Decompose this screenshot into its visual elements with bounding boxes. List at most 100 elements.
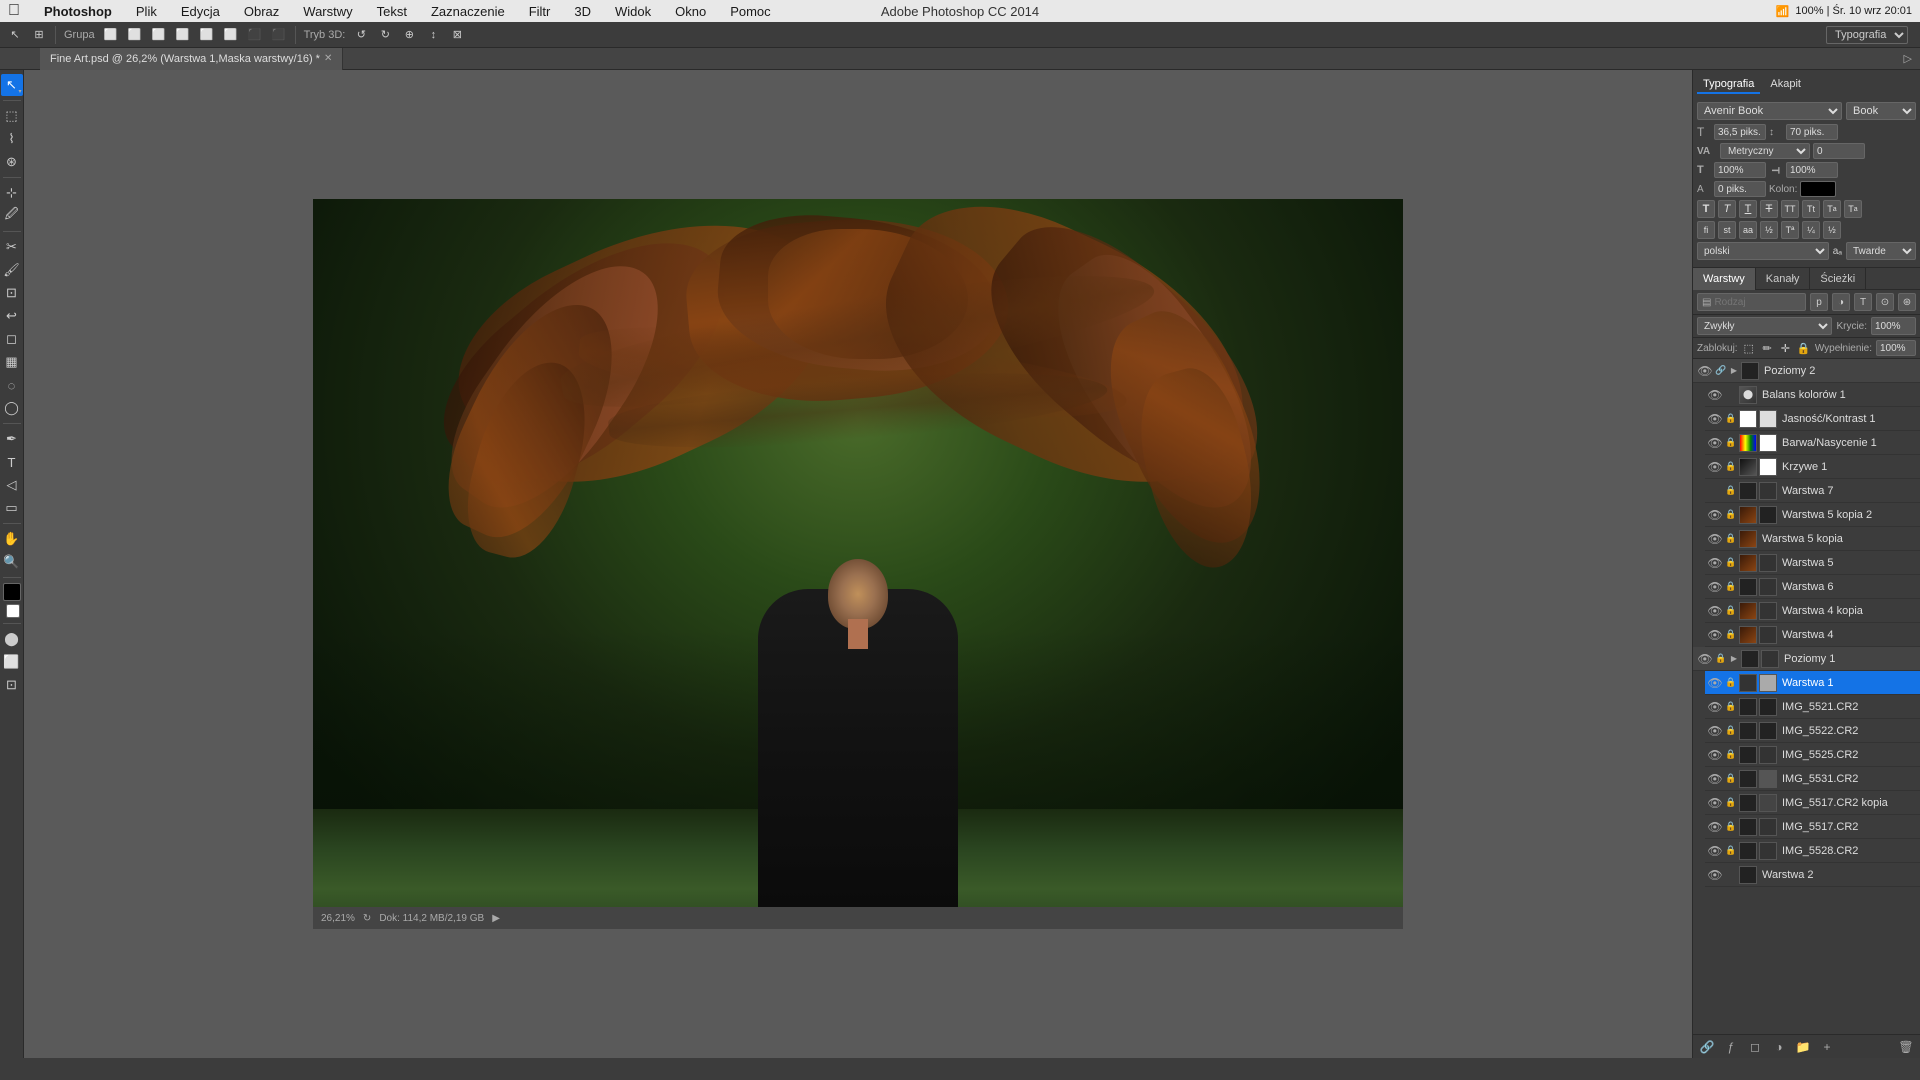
path-select-tool[interactable]: ◁	[1, 474, 23, 496]
layer-item[interactable]: 👁 🔗 ▶ Poziomy 2	[1693, 359, 1920, 383]
rotate-icon[interactable]: ↻	[363, 913, 371, 924]
history-brush-tool[interactable]: ↩	[1, 305, 23, 327]
move-tool[interactable]: ↖▾	[1, 74, 23, 96]
underline-btn[interactable]: T	[1739, 200, 1757, 218]
scale-v-input[interactable]	[1786, 162, 1838, 178]
menu-pomoc[interactable]: Pomoc	[726, 4, 774, 19]
hand-tool[interactable]: ✋	[1, 528, 23, 550]
layer-visibility-icon[interactable]: 👁	[1707, 795, 1723, 811]
eyedropper-tool[interactable]: 🖉	[1, 205, 23, 227]
opacity-input[interactable]	[1871, 317, 1916, 335]
lasso-tool[interactable]: ⌇	[1, 128, 23, 150]
layers-tab[interactable]: Warstwy	[1693, 268, 1756, 290]
leading-input[interactable]	[1786, 124, 1838, 140]
text-tool[interactable]: T	[1, 451, 23, 473]
layer-visibility-icon[interactable]: 👁	[1707, 819, 1723, 835]
layer-visibility-icon[interactable]: 👁	[1707, 603, 1723, 619]
add-mask-btn[interactable]: ◻	[1745, 1038, 1765, 1056]
3d-pan-btn[interactable]: ⊕	[398, 24, 420, 46]
3d-scale-btn[interactable]: ⊠	[446, 24, 468, 46]
layer-visibility-icon[interactable]: 👁	[1707, 627, 1723, 643]
menu-photoshop[interactable]: Photoshop	[40, 4, 116, 19]
layer-visibility-icon[interactable]: 👁	[1707, 771, 1723, 787]
distribute-v-btn[interactable]: ⬛	[268, 24, 290, 46]
strikethrough-btn[interactable]: T	[1760, 200, 1778, 218]
layer-visibility-icon[interactable]: 👁	[1707, 723, 1723, 739]
antialiasing-select[interactable]: Twarde	[1846, 242, 1916, 260]
apple-menu[interactable]: 	[8, 2, 20, 20]
arrange-btn[interactable]: ⊞	[28, 24, 50, 46]
layer-visibility-icon[interactable]: 👁	[1707, 459, 1723, 475]
lock-position-btn[interactable]: ✛	[1778, 340, 1792, 356]
layer-visibility-icon[interactable]: 👁	[1707, 507, 1723, 523]
foreground-color[interactable]	[3, 583, 21, 601]
akapit-tab[interactable]: Akapit	[1764, 76, 1807, 94]
menu-tekst[interactable]: Tekst	[373, 4, 411, 19]
filter-type-btn[interactable]: T	[1854, 293, 1872, 311]
layer-item[interactable]: 👁 🔒 IMG_5522.CR2	[1705, 719, 1920, 743]
distribute-h-btn[interactable]: ⬛	[244, 24, 266, 46]
font-family-select[interactable]: Avenir Book	[1697, 102, 1842, 120]
screen-mode-btn[interactable]: ⬜	[1, 651, 23, 673]
menu-filtr[interactable]: Filtr	[525, 4, 555, 19]
layer-visibility-icon[interactable]: 👁	[1697, 651, 1713, 667]
titling-btn[interactable]: ½	[1823, 221, 1841, 239]
font-size-input[interactable]	[1714, 124, 1766, 140]
menu-warstwy[interactable]: Warstwy	[299, 4, 356, 19]
menu-obraz[interactable]: Obraz	[240, 4, 283, 19]
layer-item[interactable]: 👁 🔒 Warstwa 7	[1705, 479, 1920, 503]
group-arrow[interactable]: ▶	[1729, 651, 1739, 667]
menu-edycja[interactable]: Edycja	[177, 4, 224, 19]
swash-btn[interactable]: ¼	[1802, 221, 1820, 239]
layer-visibility-icon[interactable]: 👁	[1707, 387, 1723, 403]
color-swatch[interactable]	[1800, 181, 1836, 197]
layer-item[interactable]: 👁 ⬤ Balans kolorów 1	[1705, 383, 1920, 407]
blur-tool[interactable]: ◌	[1, 374, 23, 396]
oldstyle-btn[interactable]: st	[1718, 221, 1736, 239]
discretionary-btn[interactable]: aa	[1739, 221, 1757, 239]
expand-panel-btn[interactable]: ▷	[1896, 52, 1920, 65]
new-layer-btn[interactable]: +	[1817, 1038, 1837, 1056]
3d-slide-btn[interactable]: ↕	[422, 24, 444, 46]
menu-widok[interactable]: Widok	[611, 4, 655, 19]
layer-item[interactable]: 👁 🔒 ▶ Poziomy 1	[1693, 647, 1920, 671]
filter-pixel-btn[interactable]: p	[1810, 293, 1828, 311]
superscript-btn[interactable]: Ta	[1823, 200, 1841, 218]
quick-select-tool[interactable]: ⊛	[1, 151, 23, 173]
layer-item-selected[interactable]: 👁 🔒 Warstwa 1	[1705, 671, 1920, 695]
italic-btn[interactable]: T	[1718, 200, 1736, 218]
ordinal-btn[interactable]: Tª	[1781, 221, 1799, 239]
shape-tool[interactable]: ▭	[1, 497, 23, 519]
layer-item[interactable]: 👁 🔒 IMG_5517.CR2 kopia	[1705, 791, 1920, 815]
ligatures-btn[interactable]: fi	[1697, 221, 1715, 239]
layer-item[interactable]: 👁 🔒 IMG_5521.CR2	[1705, 695, 1920, 719]
menu-zaznaczenie[interactable]: Zaznaczenie	[427, 4, 509, 19]
channels-tab[interactable]: Kanały	[1756, 268, 1811, 290]
layer-item[interactable]: 👁 🔒 Warstwa 5	[1705, 551, 1920, 575]
new-group-btn[interactable]: 📁	[1793, 1038, 1813, 1056]
menu-plik[interactable]: Plik	[132, 4, 161, 19]
quick-mask-btn[interactable]: ⬤	[1, 628, 23, 650]
smallcaps-btn[interactable]: Tt	[1802, 200, 1820, 218]
align-right-btn[interactable]: ⬜	[148, 24, 170, 46]
crop-tool[interactable]: ⊹	[1, 182, 23, 204]
move-tool-btn[interactable]: ↖	[4, 24, 26, 46]
workspace-select[interactable]: Typografia	[1826, 26, 1908, 44]
layer-item[interactable]: 👁 🔒 Warstwa 5 kopia	[1705, 527, 1920, 551]
subscript-btn[interactable]: Ta	[1844, 200, 1862, 218]
gradient-tool[interactable]: ▦	[1, 351, 23, 373]
clone-tool[interactable]: ⊡	[1, 282, 23, 304]
align-left-btn[interactable]: ⬜	[100, 24, 122, 46]
layer-item[interactable]: 👁 🔒 Warstwa 6	[1705, 575, 1920, 599]
filter-smart-btn[interactable]: ⊛	[1898, 293, 1916, 311]
layers-search[interactable]: ▤	[1697, 293, 1806, 311]
new-adjustment-btn[interactable]: ◑	[1769, 1038, 1789, 1056]
paths-tab[interactable]: Ścieżki	[1810, 268, 1866, 290]
extra-tools-btn[interactable]: ⊡	[1, 674, 23, 696]
layer-visibility-icon[interactable]: 👁	[1707, 747, 1723, 763]
layer-item[interactable]: 👁 Warstwa 2	[1705, 863, 1920, 887]
menu-okno[interactable]: Okno	[671, 4, 710, 19]
layer-visibility-icon[interactable]: 👁	[1707, 579, 1723, 595]
layer-visibility-icon[interactable]: 👁	[1707, 699, 1723, 715]
blend-mode-select[interactable]: Zwykły	[1697, 317, 1832, 335]
